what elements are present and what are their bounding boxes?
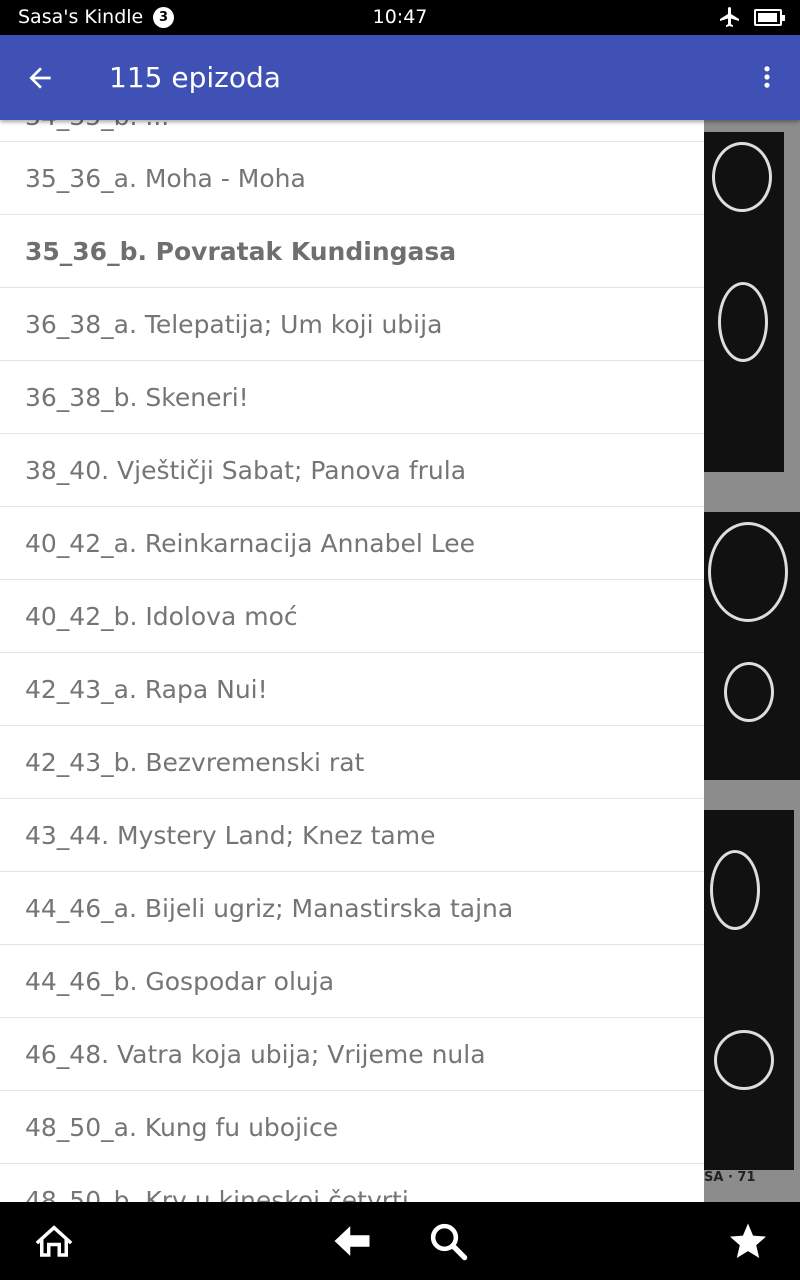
episode-label: 38_40. Vještičji Sabat; Panova frula	[25, 456, 467, 485]
more-vert-icon[interactable]	[753, 61, 781, 93]
episode-label: 36_38_b. Skeneri!	[25, 383, 249, 412]
list-item[interactable]: 43_44. Mystery Land; Knez tame	[0, 799, 704, 872]
list-item[interactable]: 40_42_b. Idolova moć	[0, 580, 704, 653]
list-item-selected[interactable]: 35_36_b. Povratak Kundingasa	[0, 215, 704, 288]
back-arrow-icon[interactable]	[331, 1220, 373, 1262]
arrow-back-icon[interactable]	[24, 62, 56, 94]
status-bar: Sasa's Kindle 3 10:47	[0, 0, 800, 35]
list-item[interactable]: 42_43_b. Bezvremenski rat	[0, 726, 704, 799]
list-item[interactable]: 40_42_a. Reinkarnacija Annabel Lee	[0, 507, 704, 580]
app-bar: 115 epizoda	[0, 35, 800, 120]
episode-label: 35_36_b. Povratak Kundingasa	[25, 237, 457, 266]
page-title: 115 epizoda	[109, 61, 281, 94]
episode-label: 46_48. Vatra koja ubija; Vrijeme nula	[25, 1040, 486, 1069]
list-item[interactable]: 38_40. Vještičji Sabat; Panova frula	[0, 434, 704, 507]
list-item[interactable]: 36_38_a. Telepatija; Um koji ubija	[0, 288, 704, 361]
list-item[interactable]: 44_46_a. Bijeli ugriz; Manastirska tajna	[0, 872, 704, 945]
episode-label: 44_46_a. Bijeli ugriz; Manastirska tajna	[25, 894, 514, 923]
episode-label: 42_43_b. Bezvremenski rat	[25, 748, 365, 777]
episode-label: 48_50_a. Kung fu ubojice	[25, 1113, 339, 1142]
episode-label: 43_44. Mystery Land; Knez tame	[25, 821, 436, 850]
episode-label: 48_50_b. Krv u kineskoj četvrti	[25, 1186, 409, 1202]
airplane-mode-icon	[720, 7, 739, 27]
clock: 10:47	[372, 6, 428, 28]
comic-panel	[704, 132, 784, 472]
list-item[interactable]: 36_38_b. Skeneri!	[0, 361, 704, 434]
list-item[interactable]: 48_50_a. Kung fu ubojice	[0, 1091, 704, 1164]
screen: Sasa's Kindle 3 10:47 SA · 71 34_35_b. .…	[0, 0, 800, 1280]
list-item[interactable]: 46_48. Vatra koja ubija; Vrijeme nula	[0, 1018, 704, 1091]
comic-panel	[704, 512, 800, 780]
list-item[interactable]: 42_43_a. Rapa Nui!	[0, 653, 704, 726]
home-icon[interactable]	[33, 1220, 75, 1262]
comic-page-background: SA · 71	[704, 120, 800, 1202]
episode-label: 40_42_b. Idolova moć	[25, 602, 298, 631]
episode-list[interactable]: 34_35_b. ... 35_36_a. Moha - Moha 35_36_…	[0, 120, 704, 1202]
episode-label: 35_36_a. Moha - Moha	[25, 164, 306, 193]
comic-panel	[704, 810, 794, 1170]
episode-label: 36_38_a. Telepatija; Um koji ubija	[25, 310, 443, 339]
bottom-navigation-bar	[0, 1202, 800, 1280]
list-item[interactable]: 44_46_b. Gospodar oluja	[0, 945, 704, 1018]
episode-label: 44_46_b. Gospodar oluja	[25, 967, 335, 996]
episode-label: 42_43_a. Rapa Nui!	[25, 675, 268, 704]
list-item[interactable]: 35_36_a. Moha - Moha	[0, 142, 704, 215]
comic-page-number: SA · 71	[704, 1170, 756, 1185]
episode-label: 40_42_a. Reinkarnacija Annabel Lee	[25, 529, 476, 558]
search-icon[interactable]	[427, 1220, 469, 1262]
star-icon[interactable]	[727, 1220, 769, 1262]
list-item-partial[interactable]: 34_35_b. ...	[0, 120, 704, 142]
list-item[interactable]: 48_50_b. Krv u kineskoj četvrti	[0, 1164, 704, 1202]
battery-icon	[754, 9, 785, 26]
